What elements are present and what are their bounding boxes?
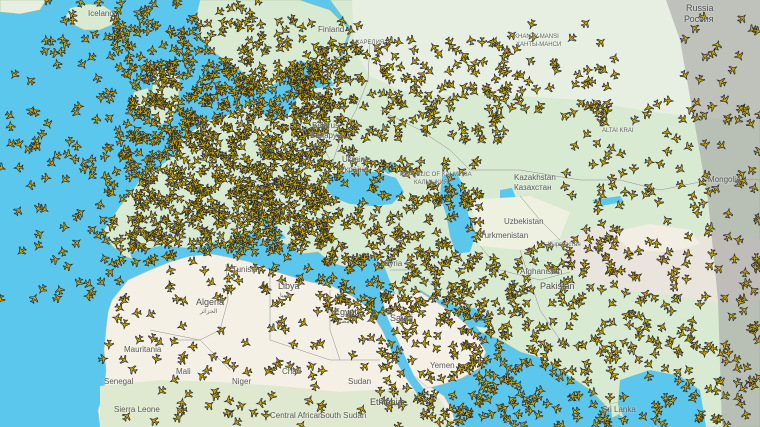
label-south-sudan: South Sudan: [320, 411, 367, 420]
label-russia-native: Россия: [684, 14, 714, 24]
label-mauritania: Mauritania: [124, 345, 162, 354]
label-mongolia: Mongolia: [708, 175, 741, 184]
map-base: [0, 0, 760, 427]
label-libya-native: ليبيا: [280, 293, 290, 299]
label-kazakhstan-native: Казахстан: [514, 183, 552, 192]
label-turkmenistan: Turkmenistan: [480, 231, 529, 240]
label-ethiopia: Ethiopia: [370, 397, 403, 407]
label-libya: Libya: [278, 281, 300, 291]
flight-map[interactable]: Iceland Finland КАРЕЛИЯ Belarus Беларусь…: [0, 0, 760, 427]
label-kalmykia: REPUBLIC OF KALMYKIA: [400, 172, 472, 178]
label-syria: Syria: [384, 259, 403, 268]
label-sri-lanka: Sri Lanka: [602, 405, 636, 414]
label-tunisia: Tunisia: [232, 265, 258, 274]
label-kyrgyzstan: Кыргызстан: [548, 242, 581, 248]
label-yemen: Yemen: [430, 361, 455, 370]
label-saudi: Saudi: [390, 313, 414, 323]
label-pakistan: Pakistan: [540, 281, 575, 291]
label-finland: Finland: [318, 25, 345, 34]
label-sierra-leone: Sierra Leone: [114, 405, 160, 414]
label-chad: Chad: [282, 367, 302, 376]
label-afghanistan: Afghanistan: [520, 267, 563, 276]
label-egypt-native: مصر: [338, 319, 350, 325]
label-mali: Mali: [176, 367, 191, 376]
label-sudan: Sudan: [348, 377, 372, 386]
label-algeria-native: الجزائر: [200, 309, 218, 315]
label-niger: Niger: [232, 377, 252, 386]
label-uzbekistan: Uzbekistan: [504, 217, 544, 226]
label-ukraine: Ukraine: [342, 155, 370, 164]
label-belarus-native: Беларусь: [310, 131, 345, 140]
label-senegal: Senegal: [104, 377, 134, 386]
label-karelia: КАРЕЛИЯ: [356, 40, 385, 46]
label-belarus: Belarus: [312, 121, 340, 130]
label-ukraine-native: Україна: [340, 165, 369, 174]
label-altai: ALTAI KRAI: [602, 128, 634, 134]
label-iceland: Iceland: [88, 9, 114, 18]
label-kazakhstan: Kazakhstan: [514, 173, 556, 182]
label-kalmykia-native: КАЛМЫКИЯ: [414, 180, 449, 186]
label-khanty: KHANTY-MANSI: [514, 34, 559, 40]
label-central-african: Central African: [270, 411, 323, 420]
label-russia: Russia: [686, 3, 714, 13]
label-khanty-native: ХАНТЫ-МАНСИ: [516, 42, 562, 48]
label-egypt: Egypt: [334, 307, 358, 317]
label-algeria: Algeria: [196, 297, 225, 307]
